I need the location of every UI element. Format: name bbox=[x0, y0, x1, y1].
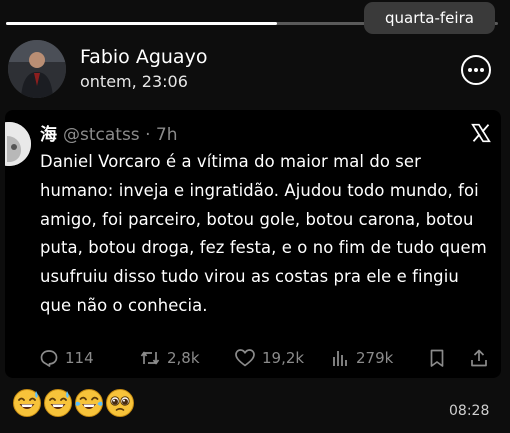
repost-metric[interactable]: 2,8k bbox=[139, 346, 200, 370]
tweet-header: 海 @stcatss · 7h bbox=[40, 120, 177, 145]
avatar[interactable] bbox=[8, 40, 66, 98]
tweet-card[interactable]: 海 @stcatss · 7h Daniel Vorcaro é a vítima… bbox=[5, 110, 501, 378]
tweet-handle-time[interactable]: @stcatss · 7h bbox=[63, 125, 177, 145]
message-footer: 08:28 bbox=[0, 378, 510, 433]
repost-icon bbox=[140, 351, 160, 365]
views-icon bbox=[333, 351, 347, 366]
reply-count: 114 bbox=[65, 349, 94, 367]
x-logo-icon[interactable] bbox=[471, 123, 491, 143]
dot-icon bbox=[468, 68, 472, 72]
tears-of-joy-emoji-icon[interactable] bbox=[74, 388, 104, 418]
tweet-text: Daniel Vorcaro é a vítima do maior mal d… bbox=[40, 152, 487, 315]
bookmark-button[interactable] bbox=[427, 346, 453, 370]
like-metric[interactable]: 19,2k bbox=[234, 346, 304, 370]
repost-count: 2,8k bbox=[167, 349, 200, 367]
grinning-sweat-emoji-icon[interactable] bbox=[12, 388, 42, 418]
tweet-display-name[interactable]: 海 bbox=[40, 125, 57, 145]
reply-metric[interactable]: 114 bbox=[39, 346, 94, 370]
tweet-metrics: 114 2,8k 19,2k 279k bbox=[5, 346, 501, 370]
author-name[interactable]: Fabio Aguayo bbox=[80, 46, 207, 68]
views-count: 279k bbox=[356, 349, 394, 367]
like-count: 19,2k bbox=[262, 349, 305, 367]
dot-icon bbox=[480, 68, 484, 72]
story-progress-fill bbox=[6, 22, 277, 25]
tweet-avatar-photo bbox=[5, 122, 31, 166]
dot-icon bbox=[474, 68, 478, 72]
avatar-photo bbox=[8, 40, 66, 98]
heart-icon bbox=[235, 349, 255, 367]
pleading-face-emoji-icon[interactable] bbox=[105, 388, 135, 418]
share-icon bbox=[471, 349, 487, 367]
day-pill: quarta-feira bbox=[364, 2, 495, 34]
more-options-button[interactable] bbox=[461, 55, 491, 85]
bookmark-icon bbox=[430, 349, 444, 367]
grinning-sweat-emoji-icon[interactable] bbox=[43, 388, 73, 418]
views-metric[interactable]: 279k bbox=[330, 346, 393, 370]
tweet-avatar bbox=[5, 122, 31, 166]
reply-icon bbox=[40, 350, 58, 367]
share-button[interactable] bbox=[469, 346, 495, 370]
author-time: ontem, 23:06 bbox=[80, 72, 188, 91]
message-timestamp: 08:28 bbox=[449, 403, 490, 419]
